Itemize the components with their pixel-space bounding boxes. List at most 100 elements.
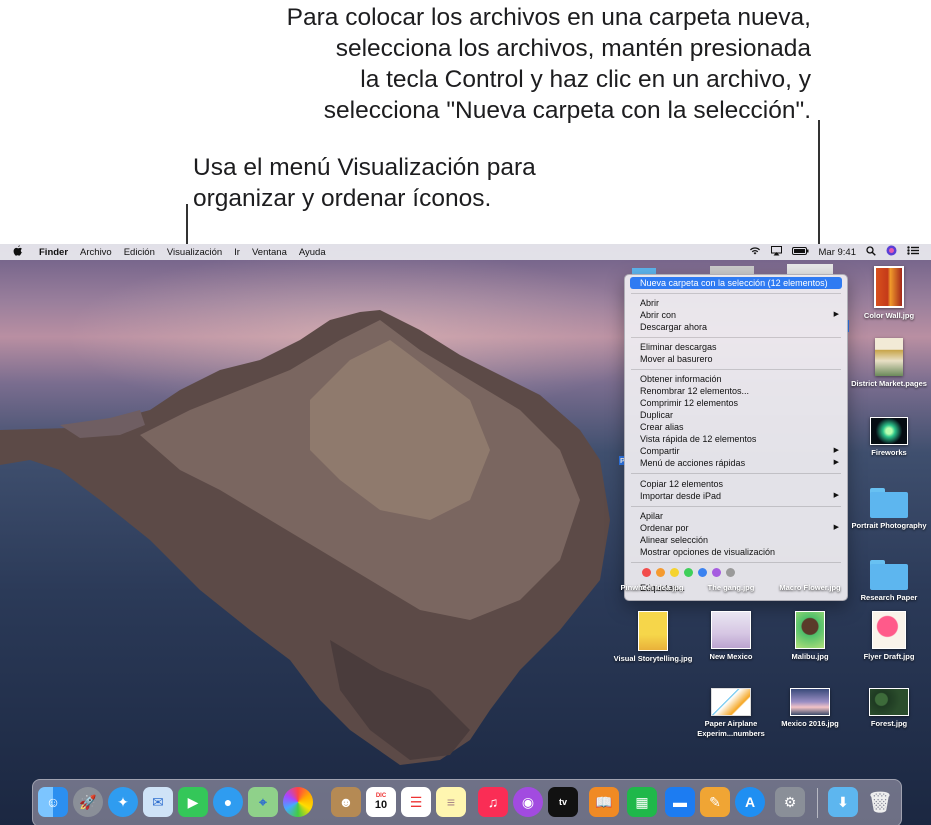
tv-icon[interactable]: tv (548, 787, 578, 817)
menu-item-quick-look[interactable]: Vista rápida de 12 elementos (640, 433, 839, 445)
search-icon[interactable] (866, 245, 876, 259)
icon-label: Fireworks (871, 448, 907, 457)
finder-icon[interactable]: ☺ (38, 787, 68, 817)
desktop-icon-new-mexico[interactable]: New Mexico (691, 611, 771, 662)
callout-view-menu: Usa el menú Visualización para organizar… (193, 152, 643, 214)
keynote-icon[interactable]: ▬ (665, 787, 695, 817)
desktop-icon-fireworks[interactable]: Fireworks (849, 417, 929, 458)
clock[interactable]: Mar 9:41 (819, 247, 857, 258)
tag-yellow[interactable] (670, 568, 679, 577)
trash-icon[interactable]: 🗑 (865, 787, 895, 817)
icon-label: The gang.jpg (707, 583, 755, 592)
siri-icon[interactable] (886, 245, 897, 259)
menu-item-import-from-ipad[interactable]: Importar desde iPad ▶ (640, 490, 839, 502)
tag-green[interactable] (684, 568, 693, 577)
menu-item-quick-actions[interactable]: Menú de acciones rápidas ▶ (640, 457, 839, 469)
desktop-icon-visual-storytelling[interactable]: Visual Storytelling.jpg (613, 611, 693, 664)
menu-item-download-now[interactable]: Descargar ahora (640, 321, 839, 333)
callout-line: organizar y ordenar íconos. (193, 185, 492, 212)
callout-new-folder: Para colocar los archivos en una carpeta… (91, 2, 811, 126)
menu-ayuda[interactable]: Ayuda (299, 247, 326, 258)
menu-item-share[interactable]: Compartir ▶ (640, 445, 839, 457)
safari-icon[interactable]: ✦ (108, 787, 138, 817)
icon-label: Color Wall.jpg (863, 311, 915, 320)
icon-label: Forest.jpg (870, 719, 908, 728)
desktop-icon-portrait-photography[interactable]: Portrait Photography (849, 488, 929, 531)
submenu-arrow-icon: ▶ (833, 459, 839, 466)
image-thumbnail (795, 611, 825, 649)
menu-item-open[interactable]: Abrir (640, 297, 839, 309)
system-preferences-icon[interactable]: ⚙ (775, 787, 805, 817)
mail-icon[interactable]: ✉ (143, 787, 173, 817)
menu-item-make-alias[interactable]: Crear alias (640, 421, 839, 433)
desktop-icon-forest[interactable]: Forest.jpg (849, 688, 929, 729)
photos-icon[interactable] (283, 787, 313, 817)
menu-visualizacion[interactable]: Visualización (167, 247, 222, 258)
messages-icon[interactable]: ● (213, 787, 243, 817)
menu-item-show-view-options[interactable]: Mostrar opciones de visualización (640, 546, 839, 558)
desktop-icon-pinwheel-idea[interactable]: Pinwheel Idea.jpg (612, 583, 692, 593)
tag-orange[interactable] (656, 568, 665, 577)
downloads-folder-icon[interactable]: ⬇ (828, 787, 858, 817)
menu-item-stack[interactable]: Apilar (640, 510, 839, 522)
submenu-arrow-icon: ▶ (833, 492, 839, 499)
apple-menu-icon[interactable] (13, 245, 23, 259)
desktop-icon-flyer-draft[interactable]: Flyer Draft.jpg (849, 611, 929, 662)
notes-icon[interactable]: ≡ (436, 787, 466, 817)
menu-ir[interactable]: Ir (234, 247, 240, 258)
contacts-icon[interactable]: ☻ (331, 787, 361, 817)
context-menu: Nueva carpeta con la selección (12 eleme… (624, 274, 848, 601)
document-thumbnail (875, 338, 903, 376)
callout-line: selecciona "Nueva carpeta con la selecci… (323, 97, 811, 124)
desktop-icon-paper-airplane[interactable]: Paper Airplane Experim...numbers (691, 688, 771, 739)
facetime-icon[interactable]: ▶ (178, 787, 208, 817)
menu-archivo[interactable]: Archivo (80, 247, 112, 258)
menu-finder[interactable]: Finder (39, 247, 68, 258)
menu-item-open-with[interactable]: Abrir con ▶ (640, 309, 839, 321)
numbers-icon[interactable]: ▦ (627, 787, 657, 817)
calendar-day: 10 (374, 799, 388, 811)
maps-icon[interactable]: ⌖ (248, 787, 278, 817)
tag-purple[interactable] (712, 568, 721, 577)
icon-label: Mexico 2016.jpg (781, 719, 839, 728)
desktop-icon-color-wall[interactable]: Color Wall.jpg (849, 266, 929, 321)
desktop-icon-the-gang[interactable]: The gang.jpg (691, 583, 771, 593)
app-store-icon[interactable]: A (735, 787, 765, 817)
menu-item-new-folder-with-selection[interactable]: Nueva carpeta con la selección (12 eleme… (630, 277, 842, 289)
menu-item-rename[interactable]: Renombrar 12 elementos... (640, 385, 839, 397)
dock: ☺ 🚀 ✦ ✉ ▶ ● ⌖ ☻ DIC 10 ☰ ≡ ♫ ◉ tv 📖 ▦ ▬ … (32, 779, 902, 825)
battery-icon[interactable] (791, 246, 809, 258)
menu-edicion[interactable]: Edición (124, 247, 155, 258)
books-icon[interactable]: 📖 (589, 787, 619, 817)
podcasts-icon[interactable]: ◉ (513, 787, 543, 817)
desktop-icon-mexico-2016[interactable]: Mexico 2016.jpg (770, 688, 850, 729)
airplay-icon[interactable] (770, 245, 782, 259)
desktop-icon-district-market[interactable]: District Market.pages (849, 338, 929, 389)
pages-icon[interactable]: ✎ (700, 787, 730, 817)
menu-item-remove-downloads[interactable]: Eliminar descargas (640, 341, 839, 353)
image-thumbnail (790, 688, 830, 716)
desktop-icon-macro-flower[interactable]: Macro Flower.jpg (770, 583, 850, 593)
menu-item-compress[interactable]: Comprimir 12 elementos (640, 397, 839, 409)
menu-item-clean-up-selection[interactable]: Alinear selección (640, 534, 839, 546)
leader-line-left (186, 204, 188, 244)
wifi-icon[interactable] (749, 246, 761, 258)
tag-red[interactable] (642, 568, 651, 577)
music-icon[interactable]: ♫ (478, 787, 508, 817)
control-center-icon[interactable] (907, 246, 919, 258)
menu-item-duplicate[interactable]: Duplicar (640, 409, 839, 421)
tag-gray[interactable] (726, 568, 735, 577)
launchpad-icon[interactable]: 🚀 (73, 787, 103, 817)
tag-blue[interactable] (698, 568, 707, 577)
reminders-icon[interactable]: ☰ (401, 787, 431, 817)
desktop-icon-malibu[interactable]: Malibu.jpg (770, 611, 850, 662)
desktop-icon-research-paper[interactable]: Research Paper (849, 560, 929, 603)
icon-label: Paper Airplane (704, 719, 758, 728)
menu-item-copy[interactable]: Copiar 12 elementos (640, 478, 839, 490)
menu-ventana[interactable]: Ventana (252, 247, 287, 258)
menu-item-sort-by[interactable]: Ordenar por ▶ (640, 522, 839, 534)
menu-item-move-to-trash[interactable]: Mover al basurero (640, 353, 839, 365)
calendar-icon[interactable]: DIC 10 (366, 787, 396, 817)
submenu-arrow-icon: ▶ (833, 524, 839, 531)
menu-item-get-info[interactable]: Obtener información (640, 373, 839, 385)
